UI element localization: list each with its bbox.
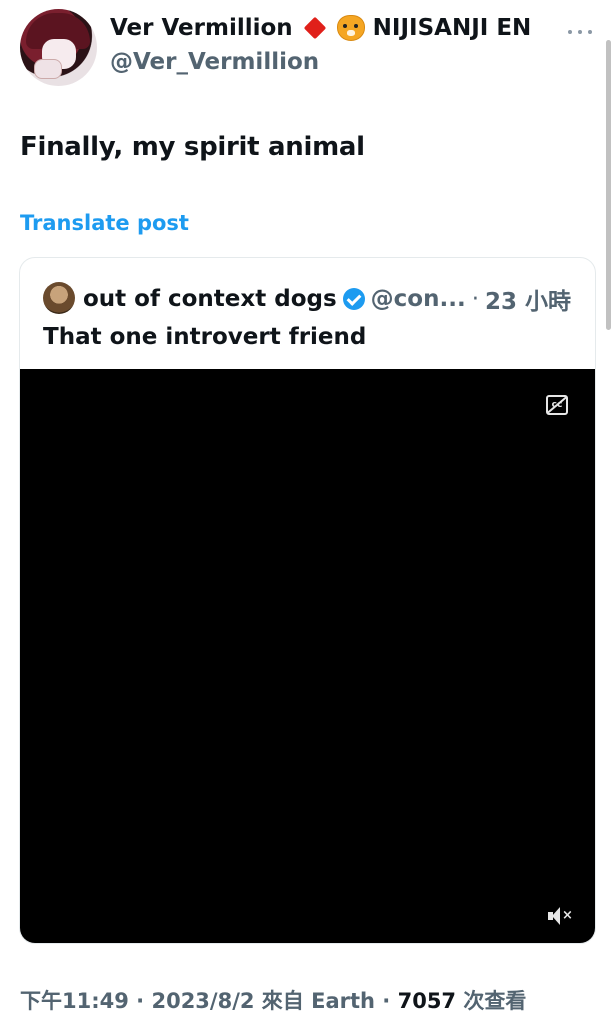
quoted-text: That one introvert friend bbox=[43, 324, 367, 350]
quoted-post-card[interactable]: out of context dogs @con... · 23 小時 That… bbox=[19, 257, 596, 944]
translate-post-link[interactable]: Translate post bbox=[20, 211, 189, 235]
scrollbar-thumb[interactable] bbox=[606, 40, 611, 330]
quoted-separator: · bbox=[471, 286, 479, 312]
author-suffix[interactable]: NIJISANJI EN bbox=[373, 15, 532, 41]
quoted-avatar[interactable] bbox=[43, 282, 75, 314]
more-dot bbox=[588, 30, 592, 34]
avatar-hand bbox=[34, 59, 62, 79]
post-date[interactable]: 2023/8/2 bbox=[151, 989, 254, 1013]
meta-from: 來自 bbox=[254, 989, 312, 1013]
post-time[interactable]: 下午11:49 bbox=[20, 989, 129, 1013]
author-name-line[interactable]: Ver Vermillion NIJISANJI EN bbox=[110, 15, 531, 41]
quoted-name[interactable]: out of context dogs bbox=[83, 286, 337, 312]
meta-separator: · bbox=[374, 989, 398, 1013]
author-avatar[interactable] bbox=[20, 9, 97, 86]
quoted-handle[interactable]: @con... bbox=[371, 286, 466, 312]
scrollbar[interactable] bbox=[604, 0, 614, 1023]
author-name[interactable]: Ver Vermillion bbox=[110, 15, 293, 41]
cc-icon[interactable]: cc bbox=[546, 395, 568, 415]
more-dot bbox=[578, 30, 582, 34]
quoted-time[interactable]: 23 小時 bbox=[485, 282, 571, 316]
tiger-icon bbox=[336, 15, 365, 41]
speaker-cone bbox=[552, 907, 560, 925]
post-metadata: 下午11:49 · 2023/8/2 來自 Earth · 7057 次查看 bbox=[20, 985, 526, 1015]
views-label: 次查看 bbox=[456, 989, 527, 1013]
quoted-header: out of context dogs @con... · 23 小時 bbox=[83, 282, 571, 316]
author-handle[interactable]: @Ver_Vermillion bbox=[110, 49, 319, 75]
mute-icon[interactable]: × bbox=[548, 907, 573, 925]
mute-x: × bbox=[562, 908, 573, 923]
views-count[interactable]: 7057 bbox=[398, 989, 456, 1013]
verified-icon bbox=[342, 288, 365, 310]
meta-separator: · bbox=[128, 989, 152, 1013]
video-player[interactable]: cc × bbox=[20, 369, 595, 943]
post-source: Earth bbox=[311, 989, 375, 1013]
more-icon[interactable] bbox=[568, 30, 592, 34]
post-text: Finally, my spirit animal bbox=[20, 132, 365, 162]
diamond-icon bbox=[303, 16, 326, 40]
more-dot bbox=[568, 30, 572, 34]
